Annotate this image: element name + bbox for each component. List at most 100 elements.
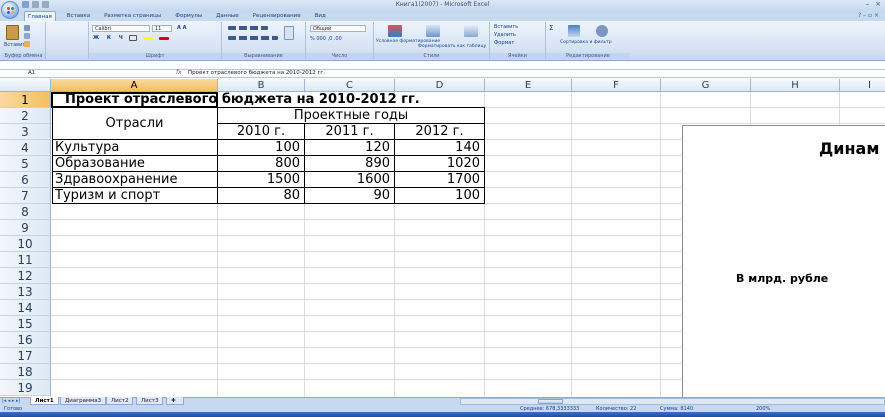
horizontal-scrollbar[interactable] — [460, 398, 885, 405]
format-table-icon[interactable] — [426, 25, 440, 37]
row-header[interactable]: 4 — [0, 140, 51, 156]
column-header[interactable]: G — [661, 79, 751, 92]
value-cell[interactable]: 1020 — [395, 156, 480, 172]
tab-review[interactable]: Рецензирование — [250, 11, 304, 21]
row-header[interactable]: 5 — [0, 156, 51, 172]
align-icons[interactable] — [228, 36, 278, 40]
row-header[interactable]: 1 — [0, 92, 51, 108]
column-header[interactable]: D — [395, 79, 485, 92]
close-icon[interactable]: × — [875, 0, 881, 8]
tab-home[interactable]: Главная — [24, 11, 56, 21]
sort-filter-icon[interactable] — [568, 25, 580, 37]
column-header[interactable]: C — [305, 79, 395, 92]
insert-function-icon[interactable]: fx — [176, 69, 182, 76]
value-cell[interactable]: 120 — [305, 140, 390, 156]
sheet-tab[interactable]: Лист3 — [136, 397, 164, 405]
format-painter-icon[interactable] — [24, 41, 30, 47]
row-header[interactable]: 16 — [0, 332, 51, 348]
embedded-chart[interactable]: Динам В млрд. рубле — [682, 125, 885, 417]
number-format-select[interactable]: Общий — [310, 25, 366, 32]
formula-input[interactable]: Проект отраслевого бюджета на 2010-2012 … — [188, 70, 325, 77]
sector-name-cell[interactable]: Образование — [55, 156, 145, 172]
insert-cells-button[interactable]: Вставить — [494, 24, 518, 30]
header-sector-cell[interactable]: Отрасли — [52, 116, 217, 132]
value-cell[interactable]: 140 — [395, 140, 480, 156]
value-cell[interactable]: 890 — [305, 156, 390, 172]
office-button[interactable] — [1, 1, 19, 19]
conditional-format-icon[interactable] — [388, 25, 402, 37]
paste-icon[interactable] — [6, 25, 19, 40]
value-cell[interactable]: 800 — [218, 156, 300, 172]
name-box[interactable]: A1 — [28, 70, 108, 77]
number-format-icons[interactable]: % 000 ,0 .00 — [310, 36, 342, 42]
column-header[interactable]: B — [218, 79, 305, 92]
value-cell[interactable]: 100 — [395, 188, 480, 204]
font-color-icon[interactable] — [159, 37, 169, 40]
table-title-cell[interactable]: Проект отраслевого бюджета на 2010-2012 … — [65, 92, 420, 108]
value-cell[interactable]: 100 — [218, 140, 300, 156]
row-header[interactable]: 9 — [0, 220, 51, 236]
align-icons[interactable] — [228, 26, 268, 30]
row-header[interactable]: 2 — [0, 108, 51, 124]
row-header[interactable]: 14 — [0, 300, 51, 316]
row-header[interactable]: 11 — [0, 252, 51, 268]
group-label: Буфер обмена — [2, 53, 45, 59]
row-header[interactable]: 12 — [0, 268, 51, 284]
borders-icon[interactable] — [129, 35, 137, 41]
delete-cells-button[interactable]: Удалить — [494, 32, 516, 38]
year-header-cell[interactable]: 2012 г. — [395, 124, 484, 140]
grow-font-icon[interactable]: A A — [177, 25, 186, 31]
sector-name-cell[interactable]: Туризм и спорт — [55, 188, 160, 204]
insert-sheet-icon[interactable]: ✚ — [166, 397, 184, 405]
autosum-icon[interactable]: Σ — [549, 25, 553, 32]
row-header[interactable]: 3 — [0, 124, 51, 140]
tab-view[interactable]: Вид — [312, 11, 329, 21]
sheet-tab[interactable]: Лист2 — [106, 397, 134, 405]
header-years-cell[interactable]: Проектные годы — [218, 108, 484, 124]
column-header[interactable]: A — [51, 79, 218, 92]
select-all-corner[interactable] — [0, 79, 51, 92]
font-style-buttons[interactable]: Ж К Ч — [93, 35, 126, 41]
tab-data[interactable]: Данные — [213, 11, 242, 21]
find-select-icon[interactable] — [596, 25, 608, 37]
column-header[interactable]: I — [840, 79, 885, 92]
copy-icon[interactable] — [24, 33, 30, 39]
font-size-select[interactable]: 11 — [152, 25, 172, 32]
font-name-select[interactable]: Calibri — [92, 25, 150, 32]
row-header[interactable]: 10 — [0, 236, 51, 252]
row-header[interactable]: 6 — [0, 172, 51, 188]
wrap-text-icon[interactable] — [284, 26, 294, 40]
cell-styles-icon[interactable] — [464, 25, 478, 37]
row-header[interactable]: 17 — [0, 348, 51, 364]
sheet-tab[interactable]: Лист1 — [30, 397, 59, 405]
column-header[interactable]: E — [485, 79, 572, 92]
column-header[interactable]: F — [572, 79, 661, 92]
sector-name-cell[interactable]: Здравоохранение — [55, 172, 177, 188]
row-header[interactable]: 8 — [0, 204, 51, 220]
value-cell[interactable]: 1500 — [218, 172, 300, 188]
value-cell[interactable]: 1700 — [395, 172, 480, 188]
tab-insert[interactable]: Вставка — [64, 11, 93, 21]
row-header[interactable]: 13 — [0, 284, 51, 300]
row-header[interactable]: 7 — [0, 188, 51, 204]
year-header-cell[interactable]: 2011 г. — [305, 124, 394, 140]
column-header[interactable]: H — [751, 79, 840, 92]
year-header-cell[interactable]: 2010 г. — [218, 124, 304, 140]
sheet-nav-icons[interactable]: |◂ ◂ ▸ ▸| — [2, 397, 20, 405]
help-icon[interactable]: ? – ▫ × — [858, 12, 879, 19]
minimize-icon[interactable]: – — [866, 0, 870, 8]
sheet-tab[interactable]: Диаграмма3 — [60, 397, 107, 405]
value-cell[interactable]: 90 — [305, 188, 390, 204]
sector-name-cell[interactable]: Культура — [55, 140, 119, 156]
fill-color-icon[interactable] — [143, 37, 153, 40]
row-header[interactable]: 15 — [0, 316, 51, 332]
format-cells-button[interactable]: Формат — [494, 40, 514, 46]
value-cell[interactable]: 1600 — [305, 172, 390, 188]
scrollbar-thumb[interactable] — [538, 399, 563, 404]
cut-icon[interactable] — [24, 25, 30, 31]
row-header[interactable]: 19 — [0, 380, 51, 396]
row-header[interactable]: 18 — [0, 364, 51, 380]
tab-formulas[interactable]: Формулы — [172, 11, 205, 21]
value-cell[interactable]: 80 — [218, 188, 300, 204]
tab-page-layout[interactable]: Разметка страницы — [101, 11, 164, 21]
